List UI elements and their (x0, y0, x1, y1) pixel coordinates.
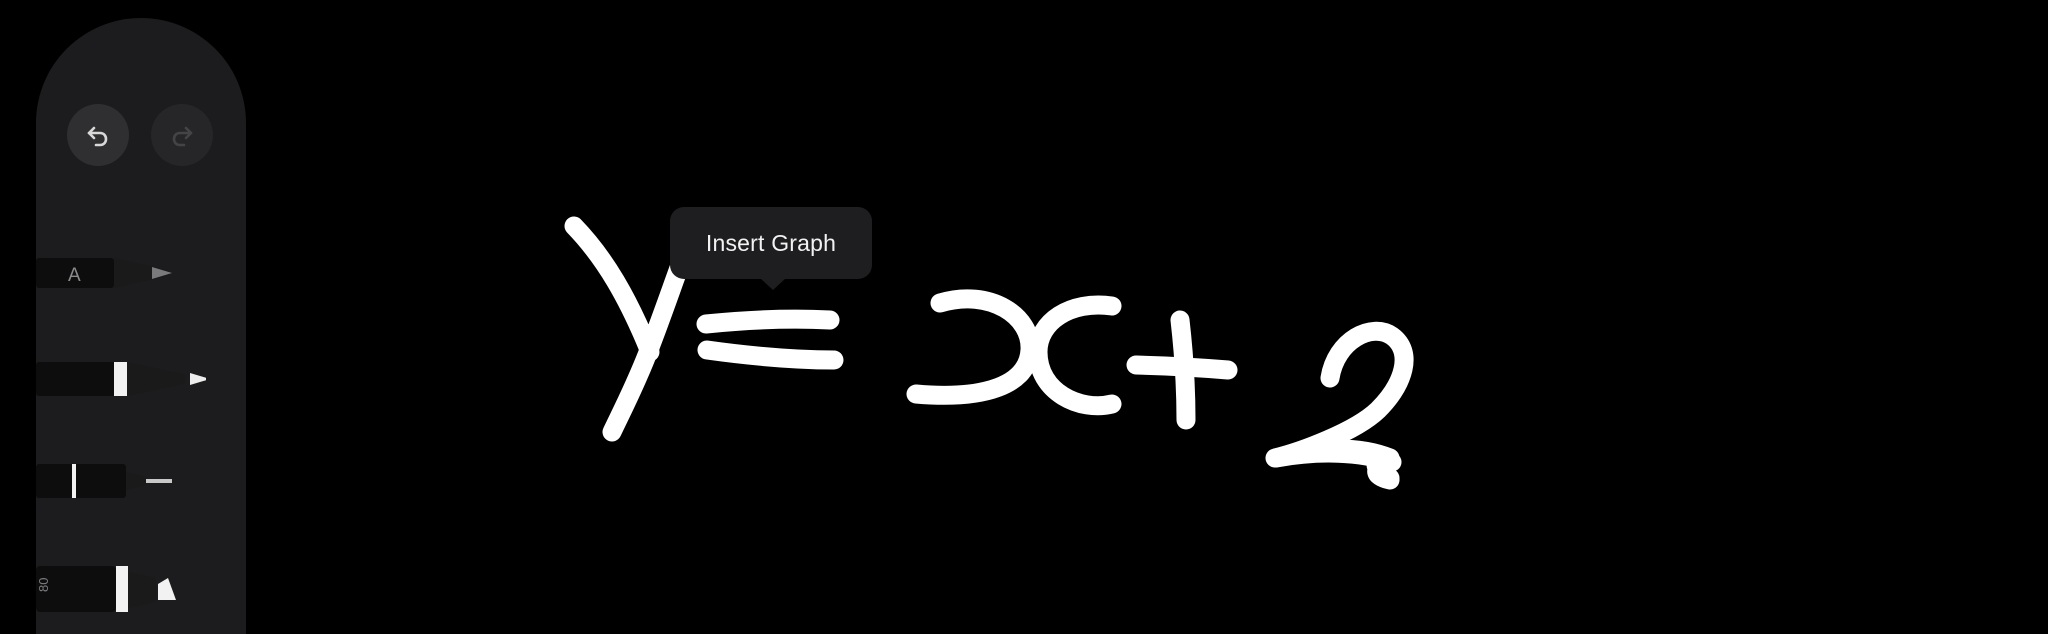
pencil-tool-label: A (68, 265, 81, 286)
marker-tool[interactable]: 80 (36, 558, 186, 618)
tool-palette: A 80 (36, 18, 246, 634)
ink-stroke-plus-vertical (1170, 310, 1196, 430)
drawing-canvas[interactable] (0, 0, 2048, 634)
pen-icon (36, 362, 206, 396)
ink-stroke-equals-top (696, 309, 840, 334)
marker-tool-label: 80 (36, 578, 51, 592)
notes-canvas-screen: A 80 Insert Graph (0, 0, 2048, 634)
ink-stroke-x-left-curve (906, 289, 1040, 405)
tooltip-pointer (760, 278, 786, 290)
marker-icon: 80 (36, 566, 176, 612)
redo-button[interactable] (151, 104, 213, 166)
fineliner-icon (36, 464, 172, 498)
undo-arrow-icon (87, 126, 108, 147)
insert-graph-label: Insert Graph (705, 229, 837, 256)
ink-stroke-x-right-curve (1028, 295, 1122, 416)
pen-tool[interactable] (36, 348, 206, 408)
pencil-tool[interactable]: A (36, 244, 196, 300)
fineliner-tool[interactable] (36, 454, 186, 506)
insert-graph-button[interactable]: Insert Graph (670, 207, 872, 279)
undo-button[interactable] (67, 104, 129, 166)
ink-stroke-equals-bottom (697, 340, 844, 370)
redo-arrow-icon (172, 126, 193, 147)
ink-stroke-two-base (1266, 443, 1402, 488)
pencil-icon: A (36, 258, 172, 288)
ink-stroke-y-left (564, 216, 660, 362)
